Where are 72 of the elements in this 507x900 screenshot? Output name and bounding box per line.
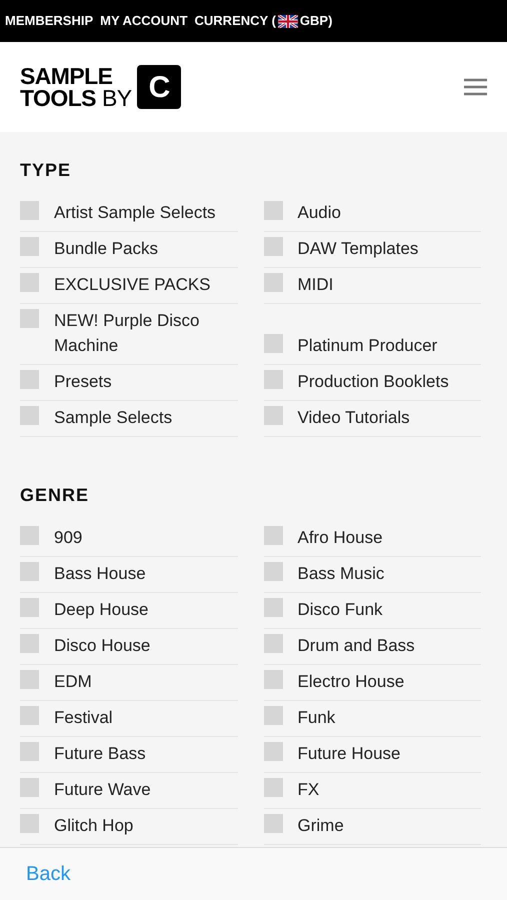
option-label[interactable]: Production Booklets <box>298 369 449 394</box>
currency-link[interactable]: CURRENCY ( <box>194 11 276 31</box>
checkbox[interactable] <box>20 706 39 725</box>
option-label[interactable]: DAW Templates <box>298 236 418 261</box>
option-label[interactable]: Future Bass <box>54 741 146 766</box>
checkbox[interactable] <box>264 237 282 256</box>
option-label[interactable]: MIDI <box>298 272 334 297</box>
option-label[interactable]: Future Wave <box>54 777 151 802</box>
checkbox[interactable] <box>264 334 282 353</box>
option-label[interactable]: Afro House <box>298 525 383 550</box>
uk-flag-icon <box>278 14 298 28</box>
option-label[interactable]: Sample Selects <box>54 405 172 430</box>
section-heading: TYPE <box>20 159 72 182</box>
checkbox[interactable] <box>20 742 39 761</box>
option-label[interactable]: Funk <box>298 705 336 730</box>
logo-mark: C <box>137 65 182 109</box>
checkbox[interactable] <box>264 526 282 545</box>
option-label[interactable]: Audio <box>298 200 341 225</box>
option-label[interactable]: Platinum Producer <box>298 333 438 358</box>
option-label[interactable]: Glitch Hop <box>54 813 134 838</box>
checkbox[interactable] <box>264 562 282 581</box>
currency-code[interactable]: GBP) <box>300 11 332 31</box>
checkbox[interactable] <box>20 406 39 425</box>
my-account-link[interactable]: MY ACCOUNT <box>100 11 188 31</box>
checkbox[interactable] <box>264 406 282 425</box>
checkbox[interactable] <box>264 201 282 220</box>
option-label[interactable]: Video Tutorials <box>298 405 410 430</box>
option-label[interactable]: Bass Music <box>298 561 384 586</box>
option-label[interactable]: FX <box>298 777 320 802</box>
option-label[interactable]: Presets <box>54 369 112 394</box>
checkbox[interactable] <box>20 634 39 653</box>
checkbox[interactable] <box>264 706 282 725</box>
option-label[interactable]: Deep House <box>54 597 149 622</box>
checkbox[interactable] <box>264 742 282 761</box>
checkbox[interactable] <box>20 237 39 256</box>
checkbox[interactable] <box>264 778 282 797</box>
option-label[interactable]: 909 <box>54 525 82 550</box>
checkbox[interactable] <box>264 814 282 833</box>
checkbox[interactable] <box>264 634 282 653</box>
menu-icon[interactable] <box>464 78 487 96</box>
checkbox[interactable] <box>264 670 282 689</box>
option-label[interactable]: Future House <box>298 741 400 766</box>
checkbox[interactable] <box>20 309 39 328</box>
option-label[interactable]: Disco House <box>54 633 150 658</box>
logo-text: BY <box>102 87 132 109</box>
checkbox[interactable] <box>264 598 282 617</box>
option-label[interactable]: NEW! Purple Disco Machine <box>54 308 238 358</box>
logo-text: TOOLS <box>20 87 96 109</box>
checkbox[interactable] <box>20 814 39 833</box>
membership-link[interactable]: MEMBERSHIP <box>5 11 94 31</box>
section-heading: GENRE <box>20 484 90 507</box>
checkbox[interactable] <box>20 778 39 797</box>
option-label[interactable]: Disco Funk <box>298 597 383 622</box>
option-label[interactable]: Electro House <box>298 669 404 694</box>
checkbox[interactable] <box>264 273 282 292</box>
option-label[interactable]: Drum and Bass <box>298 633 415 658</box>
checkbox[interactable] <box>264 370 282 389</box>
option-label[interactable]: EXCLUSIVE PACKS <box>54 272 211 297</box>
option-label[interactable]: Bass House <box>54 561 146 586</box>
checkbox[interactable] <box>20 562 39 581</box>
checkbox[interactable] <box>20 670 39 689</box>
checkbox[interactable] <box>20 370 39 389</box>
checkbox[interactable] <box>20 598 39 617</box>
logo-text: SAMPLE <box>20 65 114 87</box>
option-label[interactable]: Bundle Packs <box>54 236 158 261</box>
option-label[interactable]: Grime <box>298 813 344 838</box>
option-label[interactable]: Festival <box>54 705 113 730</box>
checkbox[interactable] <box>20 201 39 220</box>
option-label[interactable]: EDM <box>54 669 92 694</box>
checkbox[interactable] <box>20 526 39 545</box>
checkbox[interactable] <box>20 273 39 292</box>
option-label[interactable]: Artist Sample Selects <box>54 200 216 225</box>
